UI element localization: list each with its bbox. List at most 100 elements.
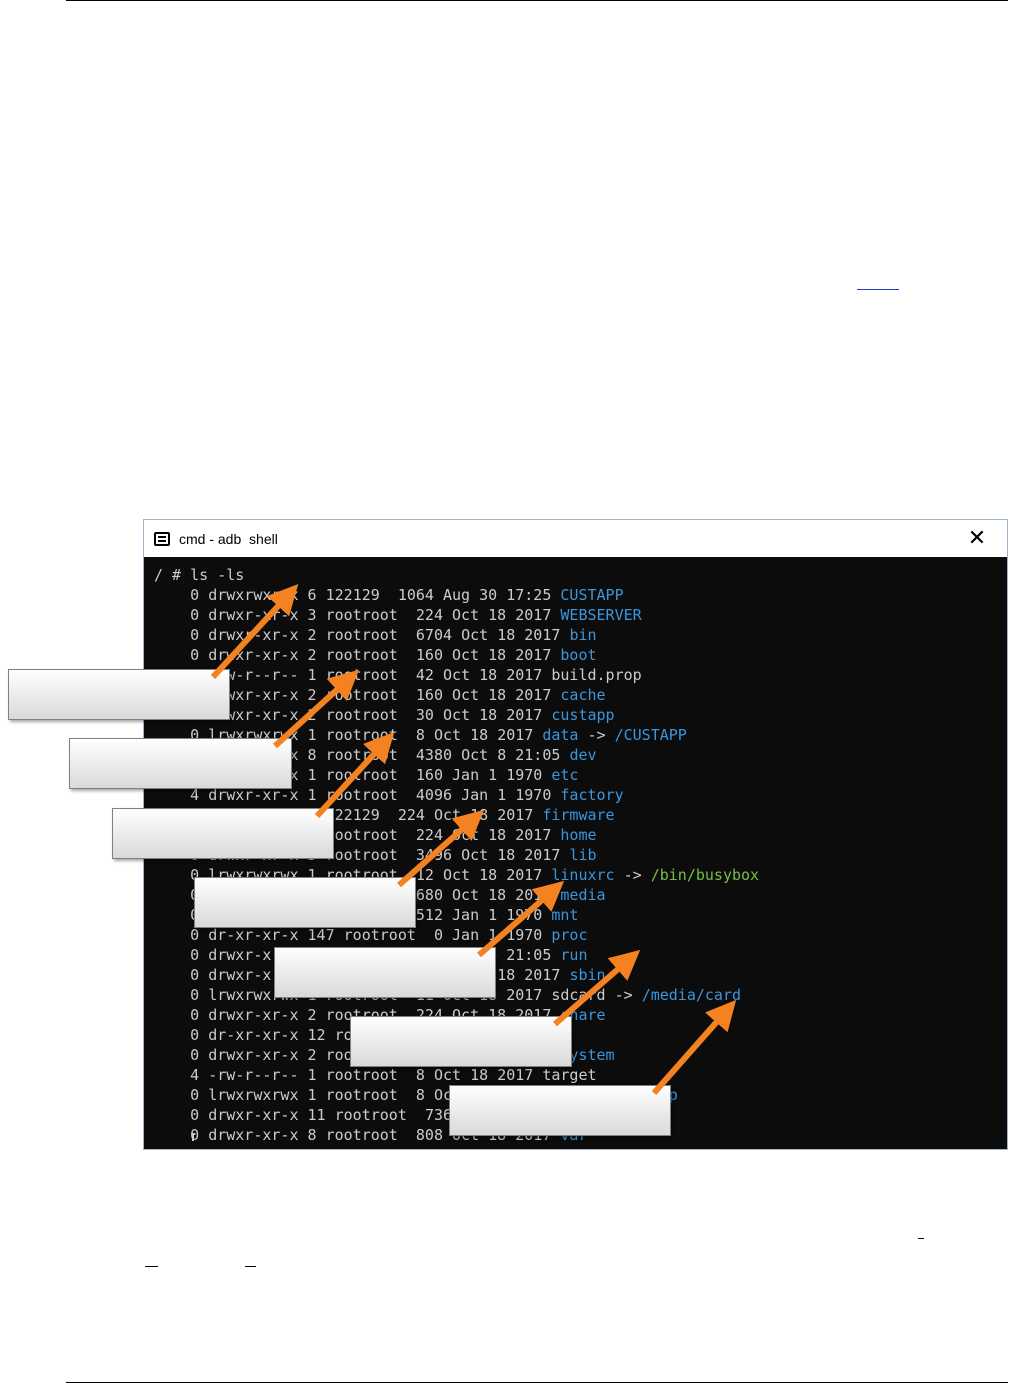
- block-count: 0: [190, 1046, 200, 1064]
- owner: root: [325, 686, 362, 704]
- file-name: build.prop: [551, 666, 642, 684]
- group: root: [361, 666, 398, 684]
- time-or-year: 1970: [515, 786, 552, 804]
- file-name: mnt: [551, 906, 579, 924]
- link-count: 2: [307, 1006, 317, 1024]
- day: 18: [488, 646, 507, 664]
- group: root: [361, 606, 398, 624]
- file-name: home: [560, 826, 597, 844]
- owner: root: [325, 1126, 362, 1144]
- file-size: 42: [415, 666, 434, 684]
- day: 1: [497, 786, 507, 804]
- text-fragment-mark: [918, 1238, 924, 1239]
- day: 18: [479, 666, 498, 684]
- file-size: 0: [433, 926, 443, 944]
- month: Jan: [452, 766, 480, 784]
- owner: root: [325, 626, 362, 644]
- file-name: dev: [569, 746, 597, 764]
- top-page-rule: [66, 0, 1008, 1]
- owner: root: [325, 1086, 362, 1104]
- file-size: 4096: [415, 786, 453, 804]
- group: root: [361, 766, 398, 784]
- block-count: 0: [190, 606, 200, 624]
- group: root: [361, 826, 398, 844]
- permissions: -rw-r--r--: [208, 1066, 299, 1084]
- listing-row: 0 drwxr-xr-x 3 rootroot 224 Oct 18 2017 …: [154, 605, 642, 625]
- text-fragment-mark: [145, 1266, 158, 1267]
- file-size: 224: [397, 806, 425, 824]
- time-or-year: 2017: [506, 866, 543, 884]
- file-size: 736: [424, 1106, 453, 1124]
- link-count: 2: [307, 646, 317, 664]
- permissions: drwxr-xr-x: [208, 1106, 299, 1124]
- time-or-year: 2017: [515, 606, 552, 624]
- callout-box-7: [449, 1085, 671, 1136]
- time-or-year: 2017: [497, 1066, 534, 1084]
- listing-row: 0 drwxr-xr-x 2 rootroot 6704 Oct 18 2017…: [154, 625, 596, 645]
- group: root: [361, 786, 398, 804]
- day: 1: [488, 906, 498, 924]
- time-or-year: 2017: [524, 966, 561, 984]
- file-size: 8: [415, 726, 425, 744]
- file-size: 160: [415, 766, 443, 784]
- time-or-year: 2017: [515, 826, 552, 844]
- window-titlebar[interactable]: cmd - adb shell ✕: [144, 520, 1007, 557]
- block-count: 0: [190, 1086, 200, 1104]
- symlink-arrow: ->: [587, 726, 606, 744]
- callout-box-4: [194, 877, 416, 928]
- reference-link[interactable]: [857, 289, 899, 290]
- group: root: [361, 686, 398, 704]
- block-count: 0: [190, 926, 200, 944]
- group: root: [361, 626, 398, 644]
- file-name: proc: [551, 926, 588, 944]
- bottom-page-rule: [66, 1382, 1008, 1383]
- listing-row: 0 dr-xr-xr-x 147 rootroot 0 Jan 1 1970 p…: [154, 925, 588, 945]
- day: 18: [488, 686, 507, 704]
- link-count: 12: [307, 1026, 326, 1044]
- file-name: run: [560, 946, 588, 964]
- time-or-year: 2017: [506, 986, 543, 1004]
- file-name: WEBSERVER: [560, 606, 642, 624]
- permissions: drwxr-xr-x: [208, 1006, 299, 1024]
- time-or-year: 21:05: [515, 746, 561, 764]
- block-count: 4: [190, 1066, 200, 1084]
- file-name: target: [542, 1066, 597, 1084]
- group: root: [361, 746, 398, 764]
- time-or-year: 1970: [506, 906, 543, 924]
- block-count: 0: [190, 946, 200, 964]
- day: 30: [479, 586, 498, 604]
- file-name: etc: [551, 766, 579, 784]
- owner: root: [325, 666, 362, 684]
- owner: root: [325, 646, 362, 664]
- file-name: firmware: [542, 806, 615, 824]
- file-name: sbin: [569, 966, 606, 984]
- group: root: [361, 1066, 398, 1084]
- group: root: [361, 1126, 398, 1144]
- symlink-arrow: ->: [614, 986, 633, 1004]
- owner: 122: [325, 586, 353, 604]
- month: Oct: [433, 1066, 462, 1084]
- owner: root: [325, 706, 362, 724]
- link-count: 2: [307, 1046, 317, 1064]
- listing-row: 0 drwxrwxrwx 6 122129 1064 Aug 30 17:25 …: [154, 585, 624, 605]
- permissions: drwxr-xr-x: [208, 626, 299, 644]
- link-count: 1: [307, 1086, 317, 1104]
- block-count: 0: [190, 586, 200, 604]
- group: root: [361, 706, 398, 724]
- block-count: 0: [190, 986, 200, 1004]
- day: 18: [470, 726, 489, 744]
- callout-box-5: [274, 947, 496, 998]
- file-name: media: [560, 886, 606, 904]
- callout-box-1: [8, 669, 230, 720]
- owner: root: [325, 766, 362, 784]
- file-name: factory: [560, 786, 624, 804]
- month: Oct: [443, 666, 471, 684]
- owner: root: [325, 1066, 362, 1084]
- day: 18: [470, 806, 489, 824]
- link-count: 2: [307, 706, 317, 724]
- close-button[interactable]: ✕: [963, 524, 991, 552]
- owner: root: [325, 786, 362, 804]
- block-count: 0: [190, 966, 200, 984]
- month: Oct: [461, 746, 489, 764]
- file-name: CUSTAPP: [560, 586, 624, 604]
